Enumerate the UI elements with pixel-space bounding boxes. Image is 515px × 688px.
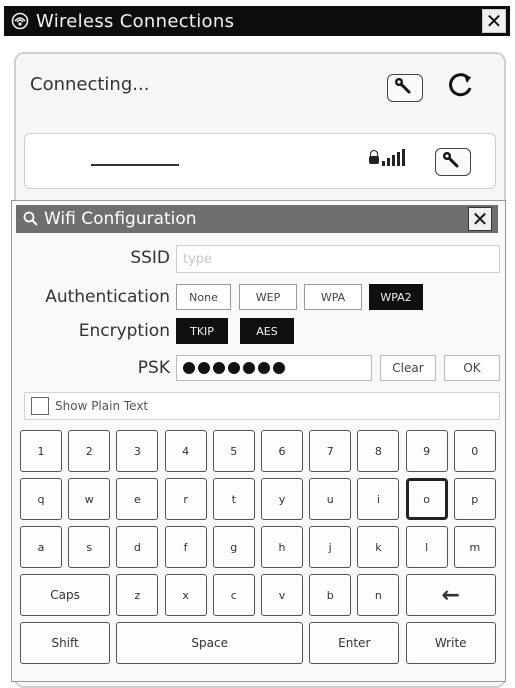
key-3[interactable]: 3 — [116, 430, 159, 472]
auth-option-none[interactable]: None — [176, 284, 231, 310]
key-s[interactable]: s — [68, 526, 111, 568]
ssid-label: SSID — [130, 248, 170, 268]
key-p[interactable]: p — [453, 478, 496, 520]
dialog-close-button[interactable]: ✕ — [468, 207, 492, 231]
psk-mask-dot — [198, 362, 210, 374]
key-5[interactable]: 5 — [212, 430, 255, 472]
key-8[interactable]: 8 — [357, 430, 400, 472]
key-2[interactable]: 2 — [68, 430, 111, 472]
auth-option-wpa[interactable]: WPA — [304, 284, 362, 310]
key-v[interactable]: v — [261, 574, 303, 616]
key-space[interactable]: Space — [116, 622, 303, 664]
key-a[interactable]: a — [20, 526, 62, 568]
encryption-label: Encryption — [78, 321, 170, 341]
key-4[interactable]: 4 — [164, 430, 207, 472]
window-titlebar: Wireless Connections ✕ — [4, 6, 510, 36]
signal-bars-icon — [382, 146, 405, 166]
psk-mask-dot — [258, 362, 270, 374]
ok-button[interactable]: OK — [444, 355, 500, 381]
show-plain-text-label: Show Plain Text — [55, 399, 149, 413]
enc-option-tkip[interactable]: TKIP — [176, 318, 228, 344]
psk-label: PSK — [137, 358, 170, 378]
dialog-title: Wifi Configuration — [44, 209, 197, 229]
auth-option-wep[interactable]: WEP — [239, 284, 297, 310]
key-i[interactable]: i — [357, 478, 400, 520]
settings-button[interactable] — [387, 74, 423, 102]
refresh-icon — [446, 72, 478, 104]
network-name-placeholder — [91, 164, 179, 166]
key-1[interactable]: 1 — [20, 430, 62, 472]
key-6[interactable]: 6 — [261, 430, 303, 472]
psk-mask-dot — [243, 362, 255, 374]
wrench-icon — [442, 151, 464, 173]
clear-button[interactable]: Clear — [380, 355, 436, 381]
key-o[interactable]: o — [405, 478, 448, 520]
key-d[interactable]: d — [116, 526, 159, 568]
window-close-button[interactable]: ✕ — [482, 9, 506, 33]
dialog-titlebar: Wifi Configuration ✕ — [16, 205, 498, 233]
enc-option-aes[interactable]: AES — [240, 318, 294, 344]
key-t[interactable]: t — [212, 478, 255, 520]
key-0[interactable]: 0 — [453, 430, 496, 472]
key-f[interactable]: f — [164, 526, 207, 568]
key-shift[interactable]: Shift — [20, 622, 111, 664]
connection-status: Connecting... — [30, 74, 150, 95]
psk-mask-dot — [228, 362, 240, 374]
key-z[interactable]: z — [116, 574, 159, 616]
key-e[interactable]: e — [116, 478, 159, 520]
show-plain-text-row[interactable]: Show Plain Text — [24, 392, 500, 420]
key-h[interactable]: h — [261, 526, 303, 568]
key-q[interactable]: q — [20, 478, 62, 520]
key-l[interactable]: l — [405, 526, 448, 568]
key-c[interactable]: c — [212, 574, 255, 616]
network-settings-button[interactable] — [435, 148, 471, 176]
key-9[interactable]: 9 — [405, 430, 448, 472]
show-plain-text-checkbox[interactable] — [31, 397, 49, 415]
key-write[interactable]: Write — [405, 622, 496, 664]
auth-option-wpa2[interactable]: WPA2 — [369, 284, 423, 310]
key-enter[interactable]: Enter — [309, 622, 400, 664]
psk-mask-dot — [213, 362, 225, 374]
network-list-item[interactable] — [24, 133, 496, 189]
refresh-button[interactable] — [444, 72, 480, 104]
key-k[interactable]: k — [357, 526, 400, 568]
key-x[interactable]: x — [164, 574, 207, 616]
psk-mask-dot — [273, 362, 285, 374]
lock-icon — [369, 150, 379, 164]
ssid-input[interactable]: type — [176, 245, 500, 273]
key-w[interactable]: w — [68, 478, 111, 520]
key-b[interactable]: b — [309, 574, 352, 616]
wrench-icon — [394, 77, 416, 99]
backspace-key[interactable]: ← — [405, 574, 496, 616]
key-m[interactable]: m — [453, 526, 496, 568]
key-y[interactable]: y — [261, 478, 303, 520]
wifi-icon — [10, 11, 30, 31]
window-title: Wireless Connections — [36, 10, 235, 32]
auth-label: Authentication — [45, 287, 170, 307]
onscreen-keyboard: 1 2 3 4 5 6 7 8 9 0 q w e r t y u i o p a s d f g h j k l m Caps z x c v b n… — [20, 430, 502, 670]
key-g[interactable]: g — [212, 526, 255, 568]
key-u[interactable]: u — [309, 478, 352, 520]
magnifier-icon — [22, 210, 40, 228]
key-n[interactable]: n — [357, 574, 400, 616]
key-r[interactable]: r — [164, 478, 207, 520]
key-j[interactable]: j — [309, 526, 352, 568]
psk-input[interactable] — [176, 355, 372, 381]
key-7[interactable]: 7 — [309, 430, 352, 472]
psk-mask-dot — [183, 362, 195, 374]
key-caps[interactable]: Caps — [20, 574, 111, 616]
